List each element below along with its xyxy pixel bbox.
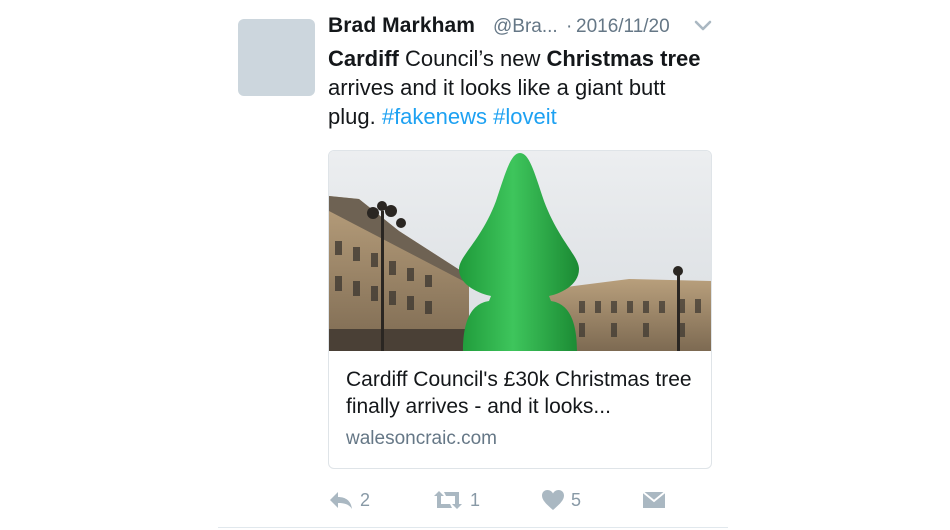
card-image	[329, 151, 711, 351]
like-button[interactable]: 5	[541, 486, 581, 514]
avatar[interactable]	[238, 19, 315, 96]
heart-icon	[542, 490, 564, 510]
card-domain[interactable]: walesoncraic.com	[346, 428, 497, 450]
tweet-header: Brad Markham @Bra... · 2016/11/20	[328, 14, 718, 44]
author-name[interactable]: Brad Markham	[328, 14, 475, 38]
retweet-icon	[434, 491, 462, 509]
divider	[218, 527, 728, 528]
chevron-down-icon[interactable]	[694, 18, 712, 34]
separator-dot: ·	[566, 16, 573, 37]
hashtag-loveit[interactable]: #loveit	[493, 104, 557, 129]
bold-christmas-tree: Christmas tree	[546, 46, 701, 71]
reply-icon	[330, 492, 352, 509]
like-count: 5	[571, 489, 582, 510]
tweet-text: Cardiff Council’s new Christmas tree arr…	[328, 44, 718, 131]
author-handle[interactable]: @Bra...	[493, 16, 558, 38]
retweet-count: 1	[470, 489, 481, 510]
reply-count: 2	[360, 489, 371, 510]
direct-message-button[interactable]	[642, 486, 666, 514]
envelope-icon	[642, 491, 666, 508]
tweet-timestamp[interactable]: 2016/11/20	[576, 16, 670, 38]
hashtag-fakenews[interactable]: #fakenews	[382, 104, 487, 129]
bold-cardiff: Cardiff	[328, 46, 399, 71]
text-part: Council’s new	[398, 46, 547, 71]
retweet-button[interactable]: 1	[432, 486, 480, 514]
reply-button[interactable]: 2	[328, 486, 370, 514]
link-card[interactable]: Cardiff Council's £30k Christmas tree fi…	[328, 150, 712, 469]
card-title[interactable]: Cardiff Council's £30k Christmas tree fi…	[346, 366, 701, 420]
tweet-actions: 2 1 5	[328, 486, 728, 516]
